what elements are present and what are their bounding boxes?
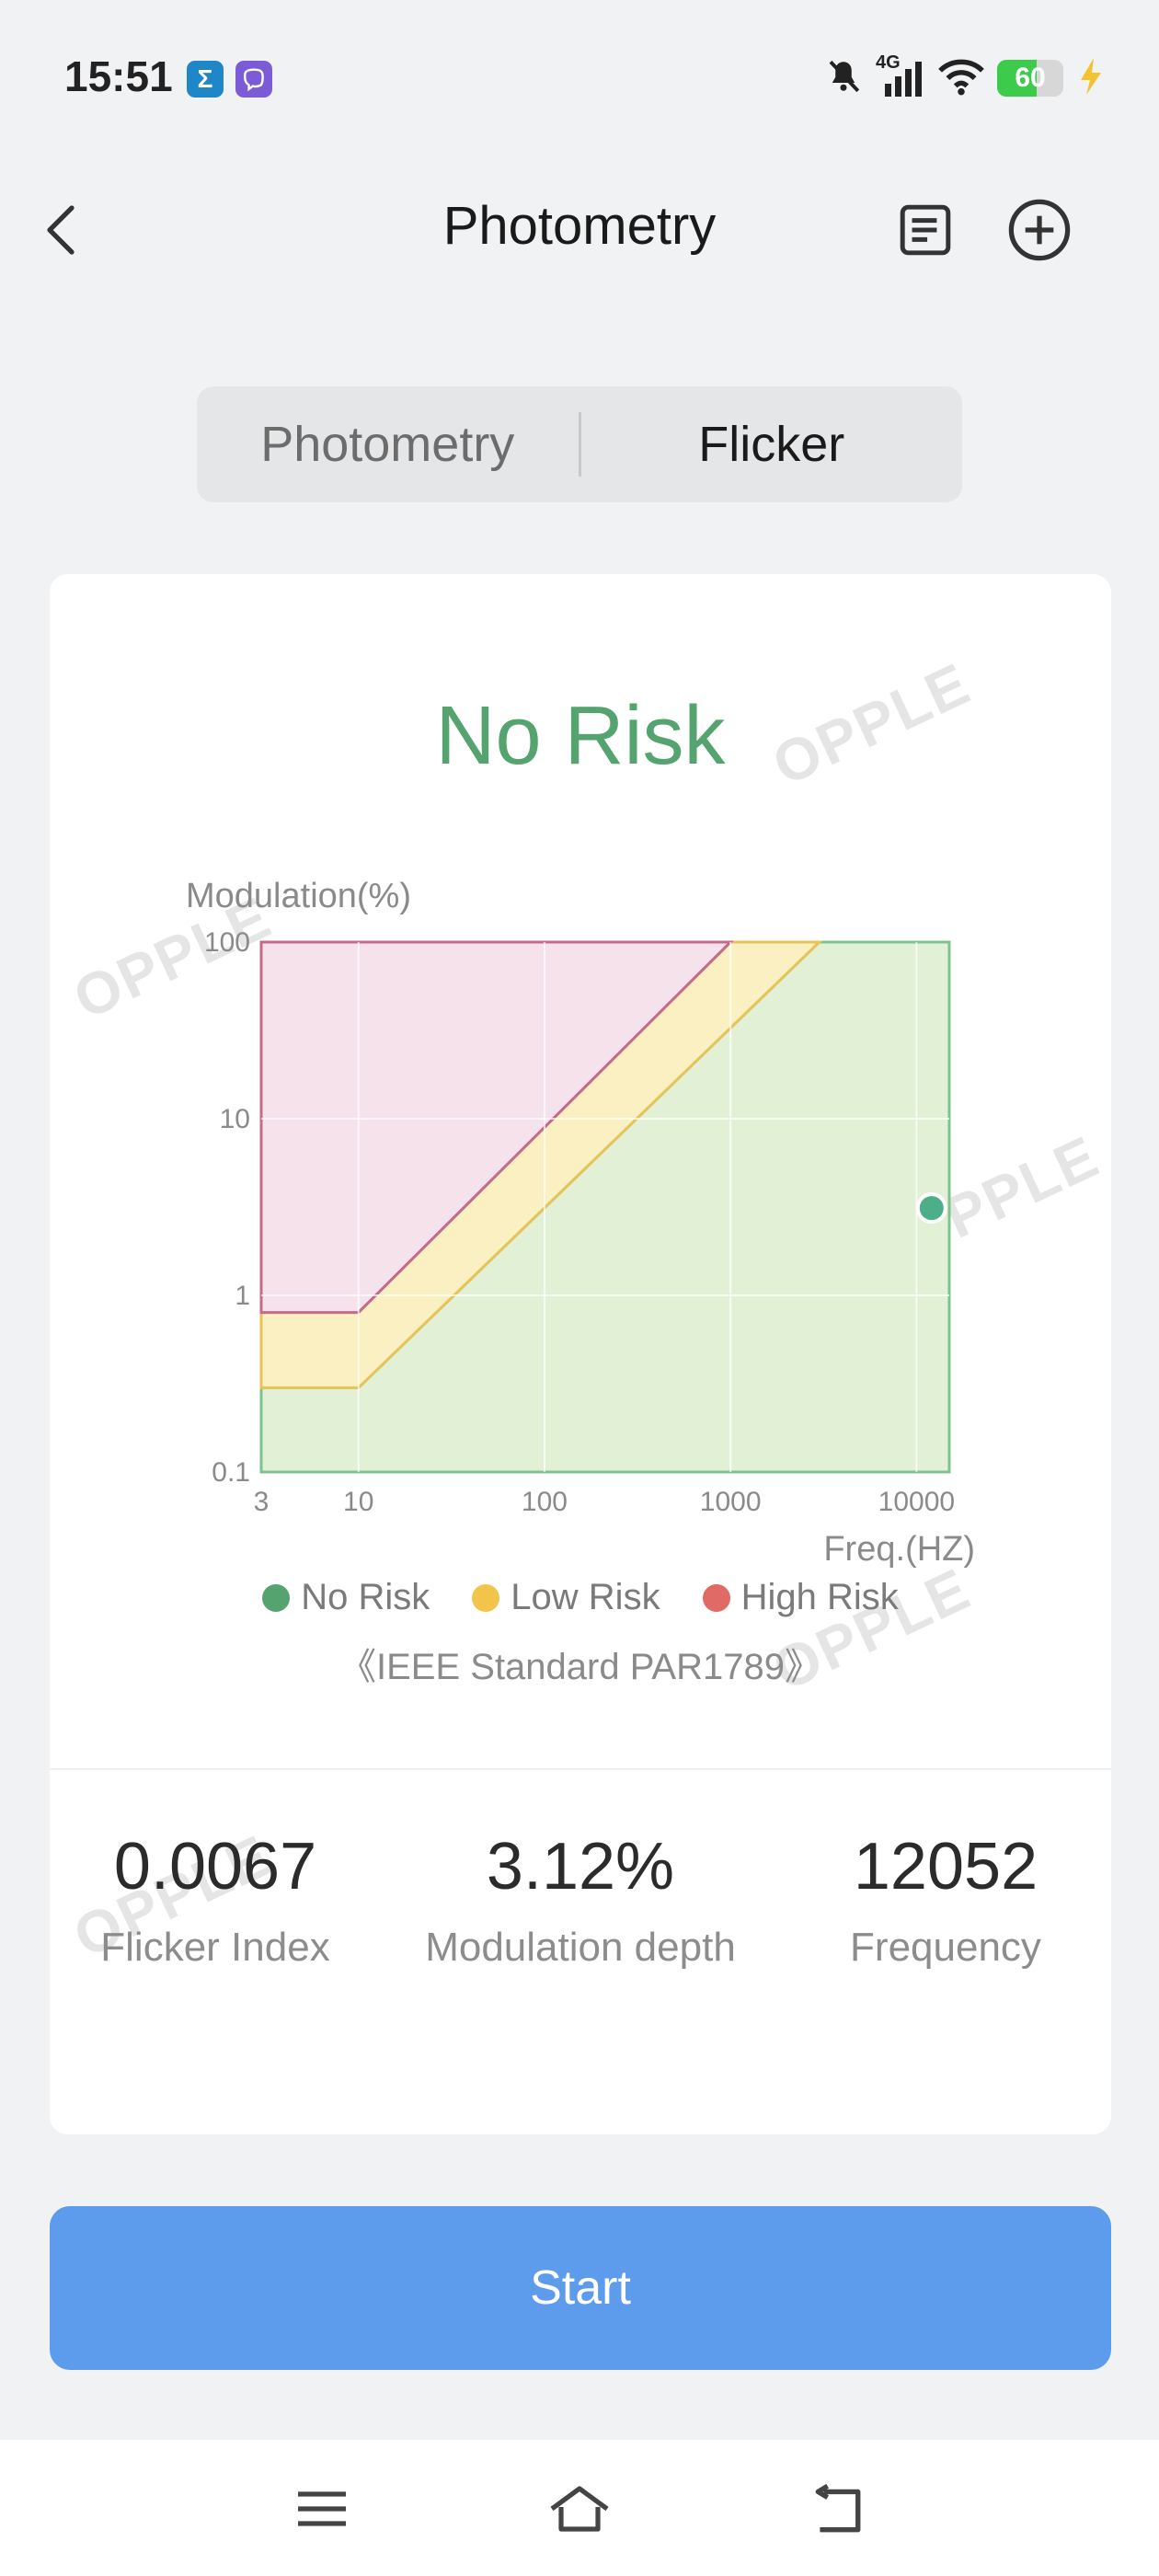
report-button[interactable] <box>890 195 960 265</box>
tab-photometry[interactable]: Photometry <box>197 416 579 473</box>
status-icons: 4G 60 <box>824 52 1104 101</box>
legend-dot-low-risk <box>472 1583 500 1612</box>
battery-icon: 60 <box>997 60 1063 97</box>
menu-button[interactable] <box>285 2477 359 2541</box>
frequency-value: 12052 <box>853 1830 1039 1903</box>
legend-item-low-risk: Low Risk <box>472 1577 660 1618</box>
y-tick-label: 10 <box>220 1104 250 1134</box>
modulation-depth-value: 3.12% <box>486 1830 675 1903</box>
card-divider <box>50 1768 1111 1770</box>
legend-item-high-risk: High Risk <box>702 1577 899 1618</box>
x-tick-label: 3 <box>254 1487 270 1517</box>
charging-bolt-icon <box>1076 56 1104 101</box>
stat-frequency: 12052 Frequency <box>780 1829 1111 1971</box>
document-icon <box>900 204 951 256</box>
stat-flicker-index: 0.0067 Flicker Index <box>50 1829 381 1971</box>
back-icon <box>815 2484 861 2533</box>
start-button[interactable]: Start <box>50 2206 1111 2370</box>
y-axis-label: Modulation(%) <box>186 877 411 915</box>
y-tick-label: 100 <box>204 927 250 958</box>
signal-icon: 4G <box>876 52 925 98</box>
mode-segmented-control: Photometry Flicker <box>197 386 962 502</box>
y-tick-label: 1 <box>235 1281 250 1311</box>
x-axis-label: Freq.(HZ) <box>823 1530 975 1569</box>
page-title: Photometry <box>442 196 717 256</box>
top-app-bar: Photometry <box>0 175 1159 285</box>
system-navigation-bar <box>0 2440 1159 2576</box>
add-button[interactable] <box>1004 195 1074 265</box>
x-tick-label: 1000 <box>700 1487 762 1517</box>
x-tick-label: 10000 <box>878 1487 955 1517</box>
system-back-button[interactable] <box>800 2477 874 2541</box>
frequency-label: Frequency <box>850 1925 1041 1970</box>
status-bar: 15:51 Σ 4G 60 <box>0 0 1159 156</box>
sigma-app-icon: Σ <box>187 61 224 98</box>
legend-label-low-risk: Low Risk <box>511 1577 660 1617</box>
flicker-result-card: OPPLE OPPLE OPPLE OPPLE OPPLE OPPLE No R… <box>50 574 1111 2134</box>
status-time: 15:51 <box>64 52 173 100</box>
mute-bell-icon <box>824 56 863 101</box>
stat-modulation-depth: 3.12% Modulation depth <box>415 1829 746 1971</box>
flicker-index-value: 0.0067 <box>113 1830 317 1903</box>
legend-item-no-risk: No Risk <box>262 1577 430 1618</box>
modulation-depth-label: Modulation depth <box>425 1925 736 1970</box>
chart-legend: No Risk Low Risk High Risk <box>50 1577 1111 1618</box>
battery-level: 60 <box>1015 63 1046 93</box>
home-icon <box>550 2486 609 2532</box>
menu-icon <box>298 2491 346 2526</box>
legend-dot-no-risk <box>262 1583 291 1612</box>
x-tick-label: 10 <box>343 1487 373 1517</box>
home-button[interactable] <box>543 2477 616 2541</box>
legend-dot-high-risk <box>702 1583 730 1612</box>
y-tick-label: 0.1 <box>212 1457 250 1488</box>
x-tick-label: 100 <box>522 1487 568 1517</box>
measurement-point <box>915 1192 947 1225</box>
wifi-icon <box>938 56 984 101</box>
flicker-index-label: Flicker Index <box>100 1925 330 1970</box>
plus-circle-icon <box>1008 199 1071 261</box>
viber-app-icon <box>235 61 272 98</box>
legend-label-no-risk: No Risk <box>301 1577 430 1617</box>
tab-flicker[interactable]: Flicker <box>581 416 963 473</box>
flicker-risk-chart: 3 10 100 1000 10000 0.1 1 10 100 Modulation(%) Fre… <box>186 877 975 1569</box>
standard-note: 《IEEE Standard PAR1789》 <box>339 1647 821 1687</box>
legend-label-high-risk: High Risk <box>740 1577 899 1617</box>
